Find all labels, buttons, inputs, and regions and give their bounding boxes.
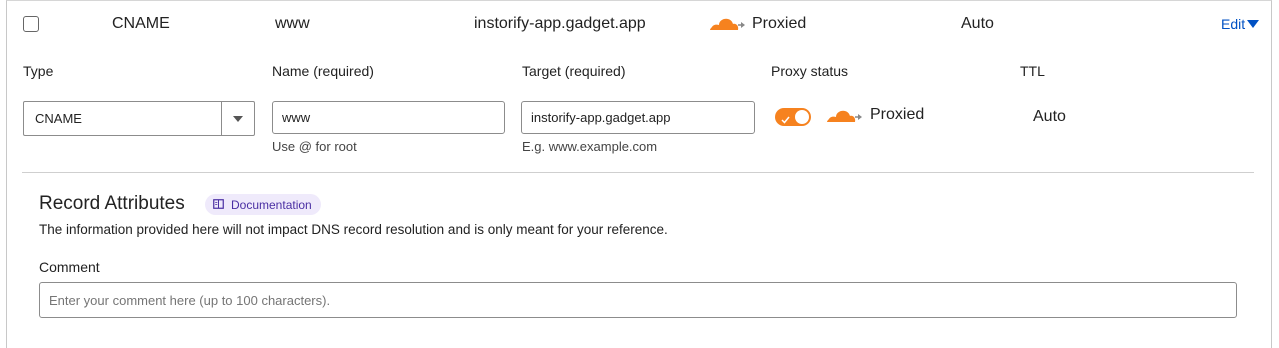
record-name: www <box>275 15 310 32</box>
ttl-label: TTL <box>1020 63 1045 79</box>
target-label: Target (required) <box>522 63 626 79</box>
type-select[interactable]: CNAME <box>23 101 255 136</box>
edit-record-link[interactable]: Edit <box>1221 16 1260 32</box>
comment-label: Comment <box>39 259 100 275</box>
record-select-checkbox[interactable] <box>23 16 39 32</box>
record-proxy-status: Proxied <box>752 15 807 32</box>
target-hint: E.g. www.example.com <box>522 139 658 154</box>
toggle-knob <box>795 110 809 124</box>
name-hint: Use @ for root <box>272 139 357 154</box>
target-input[interactable]: instorify-app.gadget.app <box>521 101 755 134</box>
proxy-toggle[interactable] <box>775 108 811 126</box>
cloud-icon <box>708 16 746 37</box>
type-select-value: CNAME <box>35 111 82 126</box>
edit-label: Edit <box>1221 16 1246 32</box>
comment-input[interactable] <box>39 282 1237 318</box>
caret-down-icon <box>1247 16 1260 32</box>
book-icon <box>213 198 224 212</box>
proxy-status-value: Proxied <box>870 106 925 123</box>
record-type: CNAME <box>112 15 170 32</box>
record-ttl: Auto <box>961 15 994 32</box>
check-icon <box>781 111 790 129</box>
attributes-description: The information provided here will not i… <box>39 222 668 237</box>
ttl-value: Auto <box>1033 108 1066 125</box>
proxy-status-label: Proxy status <box>771 63 849 79</box>
section-divider <box>22 172 1254 173</box>
record-target: instorify-app.gadget.app <box>474 15 646 32</box>
chevron-down-icon[interactable] <box>221 102 254 135</box>
documentation-label: Documentation <box>231 197 312 212</box>
name-label: Name (required) <box>272 63 374 79</box>
type-label: Type <box>23 63 54 79</box>
cloud-icon <box>825 108 863 129</box>
record-attributes-title: Record Attributes <box>39 193 185 214</box>
name-input[interactable]: www <box>272 101 505 134</box>
documentation-link[interactable]: Documentation <box>205 194 321 215</box>
